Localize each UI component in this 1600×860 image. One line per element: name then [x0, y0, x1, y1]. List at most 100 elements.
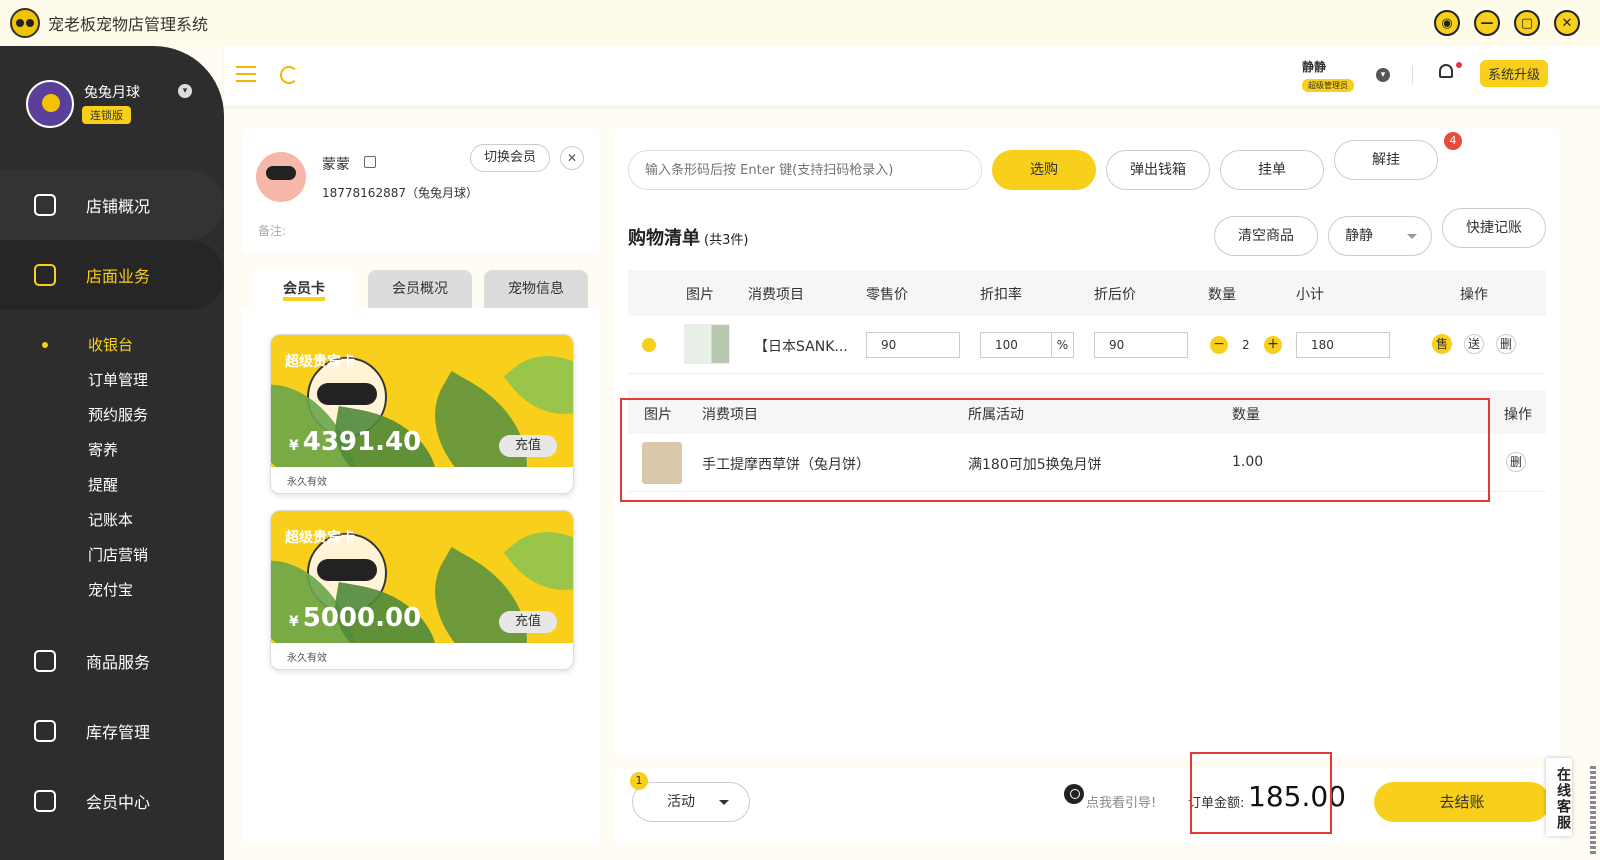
recharge-button[interactable]: 充值: [499, 611, 557, 633]
chevron-down-icon[interactable]: ▾: [1376, 68, 1390, 82]
refresh-icon[interactable]: [280, 66, 298, 84]
sidebar-item-store-business[interactable]: 店面业务: [0, 240, 224, 310]
current-user[interactable]: 静静 超级管理员: [1302, 58, 1354, 92]
sub-item-orders[interactable]: 订单管理: [88, 369, 148, 390]
decrease-qty-button[interactable]: −: [1210, 336, 1228, 354]
sidebar-item-goods-services[interactable]: 商品服务: [0, 626, 224, 696]
card-validity: 永久有效: [287, 477, 327, 488]
column-header: 折扣率: [980, 287, 1022, 303]
subtotal-input[interactable]: 180: [1296, 332, 1390, 358]
cashier-main: 选购 弹出钱箱 挂单 解挂 4 购物清单 (共3件) 清空商品 静静 快捷记账 图…: [614, 128, 1560, 758]
cart-title: 购物清单 (共3件): [628, 224, 748, 250]
card-face: 超级贵宾卡 ¥5000.00 充值: [271, 511, 573, 643]
member-phone: 18778162887（兔兔月球）: [322, 186, 478, 200]
staff-select[interactable]: 静静: [1328, 216, 1432, 256]
sub-item-marketing[interactable]: 门店营销: [88, 544, 148, 565]
cart-count: (共3件): [704, 233, 749, 248]
activity-count-badge: 1: [630, 772, 648, 790]
column-header: 数量: [1208, 287, 1236, 303]
open-cashbox-button[interactable]: 弹出钱箱: [1106, 150, 1210, 190]
delete-button[interactable]: 删: [1496, 334, 1516, 354]
clear-cart-button[interactable]: 清空商品: [1214, 216, 1318, 256]
monitor-icon: [34, 194, 56, 216]
card-title: 超级贵宾卡: [285, 354, 355, 370]
discount-input[interactable]: 100: [980, 332, 1052, 358]
switch-member-button[interactable]: 切换会员: [470, 144, 550, 172]
user-name: 静静: [1302, 60, 1327, 74]
app-title: 宠老板宠物店管理系统: [48, 15, 209, 34]
member-icon: [34, 790, 56, 812]
tab-member-card[interactable]: 会员卡: [252, 270, 356, 308]
user-role-badge: 超级管理员: [1302, 79, 1354, 92]
online-service-button[interactable]: 在线客服: [1546, 758, 1572, 836]
barcode-input[interactable]: [628, 150, 982, 190]
sidebar-item-inventory[interactable]: 库存管理: [0, 696, 224, 766]
app-logo-icon: [10, 8, 40, 38]
menu-icon[interactable]: [236, 66, 256, 82]
cart-title-text: 购物清单: [628, 228, 700, 249]
hold-order-button[interactable]: 挂单: [1220, 150, 1324, 190]
member-name: 蒙蒙: [322, 157, 350, 173]
sub-item-cashier[interactable]: 收银台: [88, 334, 133, 355]
sidebar: 兔兔月球 连锁版 ▾ 店铺概况 店面业务 收银台 订单管理 预约服务 寄养 提醒…: [0, 46, 224, 860]
sub-item-ledger[interactable]: 记账本: [88, 509, 133, 530]
home-icon: [34, 264, 56, 286]
edit-icon[interactable]: [364, 156, 376, 168]
close-member-button[interactable]: ✕: [560, 146, 584, 170]
sub-item-boarding[interactable]: 寄养: [88, 439, 118, 460]
member-avatar: [256, 152, 306, 202]
close-icon[interactable]: ✕: [1554, 10, 1580, 36]
sidebar-item-label: 店铺概况: [86, 197, 151, 216]
scrollbar[interactable]: [1590, 766, 1596, 854]
release-order-button[interactable]: 解挂: [1334, 140, 1438, 180]
sell-button[interactable]: 售: [1432, 334, 1452, 354]
sub-item-appointments[interactable]: 预约服务: [88, 404, 148, 425]
upgrade-button[interactable]: 系统升级: [1480, 60, 1549, 87]
table-row: 【日本SANK... 90 100 % 90 − 2 + 180 售 送 删: [628, 316, 1546, 374]
sub-item-petpay[interactable]: 宠付宝: [88, 579, 133, 600]
minimize-icon[interactable]: —: [1474, 10, 1500, 36]
card-balance: ¥5000.00: [289, 603, 421, 633]
card-balance: ¥4391.40: [289, 427, 421, 457]
edition-badge: 连锁版: [82, 106, 131, 124]
column-header: 折后价: [1094, 287, 1136, 303]
lightbulb-icon[interactable]: [1064, 784, 1084, 804]
column-header: 零售价: [866, 287, 908, 303]
final-price-input[interactable]: 90: [1094, 332, 1188, 358]
maximize-icon[interactable]: ▢: [1514, 10, 1540, 36]
highlight-box: [620, 398, 1490, 502]
active-dot-icon: [42, 342, 48, 348]
sub-item-reminders[interactable]: 提醒: [88, 474, 118, 495]
sidebar-item-label: 商品服务: [86, 653, 151, 672]
product-name: 【日本SANK...: [754, 339, 848, 355]
sidebar-item-member-center[interactable]: 会员中心: [0, 766, 224, 836]
gift-button[interactable]: 送: [1464, 334, 1484, 354]
card-validity: 永久有效: [287, 653, 327, 664]
balance-value: 5000.00: [302, 603, 422, 633]
cart-table-header: 图片 消费项目 零售价 折扣率 折后价 数量 小计 操作: [628, 270, 1546, 316]
chevron-down-icon[interactable]: ▾: [178, 84, 192, 98]
increase-qty-button[interactable]: +: [1264, 336, 1282, 354]
bell-icon[interactable]: [1439, 64, 1453, 78]
title-bar: 宠老板宠物店管理系统 ◉ — ▢ ✕: [0, 0, 1600, 46]
vip-card[interactable]: 超级贵宾卡 ¥5000.00 充值 永久有效: [270, 510, 574, 670]
currency-symbol: ¥: [289, 614, 299, 630]
recharge-button[interactable]: 充值: [499, 435, 557, 457]
delete-button[interactable]: 删: [1506, 452, 1526, 472]
checkout-button[interactable]: 去结账: [1374, 782, 1550, 822]
vip-card[interactable]: 超级贵宾卡 ¥4391.40 充值 永久有效: [270, 334, 574, 494]
row-checkbox[interactable]: [642, 338, 656, 352]
card-title: 超级贵宾卡: [285, 530, 355, 546]
guide-link[interactable]: 点我看引导!: [1086, 792, 1156, 811]
quick-ledger-button[interactable]: 快捷记账: [1442, 208, 1546, 248]
divider: [1412, 66, 1413, 84]
activity-select[interactable]: 活动: [632, 782, 750, 822]
column-header: 操作: [1504, 407, 1532, 423]
tab-pet-info[interactable]: 宠物信息: [484, 270, 588, 308]
select-goods-button[interactable]: 选购: [992, 150, 1096, 190]
sidebar-item-store-overview[interactable]: 店铺概况: [0, 170, 224, 240]
sidebar-item-label: 会员中心: [86, 793, 151, 812]
price-input[interactable]: 90: [866, 332, 960, 358]
tab-member-overview[interactable]: 会员概况: [368, 270, 472, 308]
settings-icon[interactable]: ◉: [1434, 10, 1460, 36]
